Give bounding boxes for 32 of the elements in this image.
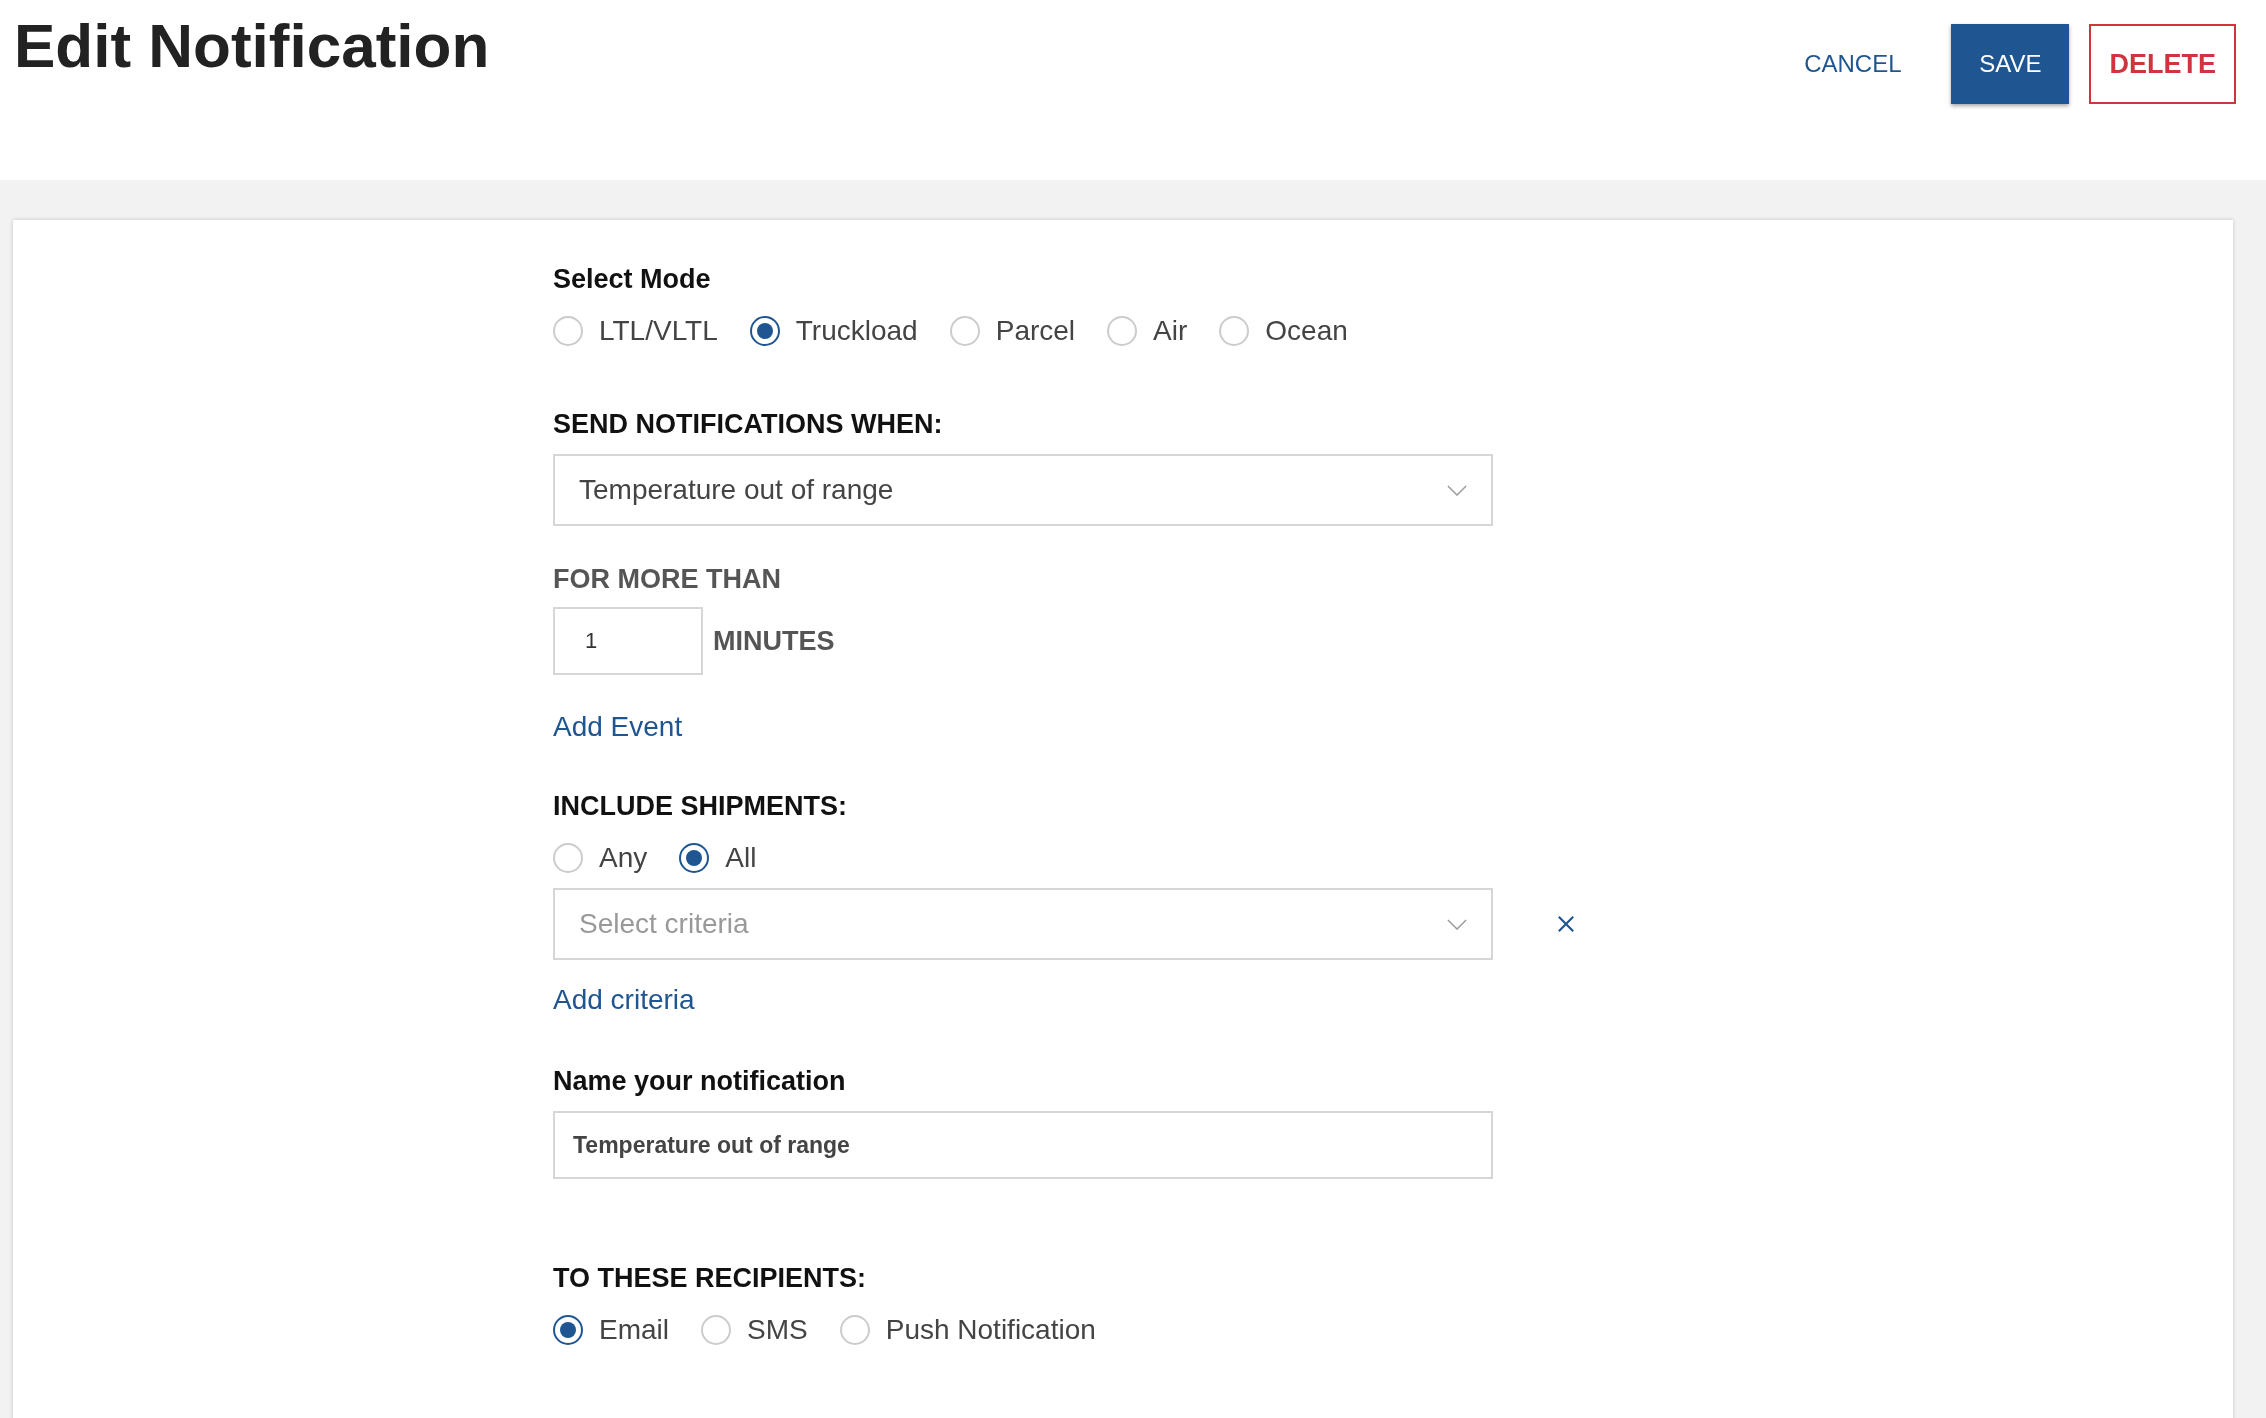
radio-label[interactable]: Air bbox=[1153, 315, 1188, 347]
radio-label[interactable]: Email bbox=[599, 1314, 669, 1346]
close-icon[interactable] bbox=[1557, 915, 1575, 933]
chevron-down-icon bbox=[1447, 484, 1467, 496]
radio-label[interactable]: All bbox=[725, 842, 757, 874]
radio-label[interactable]: LTL/VLTL bbox=[599, 315, 718, 347]
radio-label[interactable]: Parcel bbox=[995, 315, 1076, 347]
delete-button[interactable]: DELETE bbox=[2089, 24, 2236, 104]
event-dropdown[interactable]: Temperature out of range bbox=[553, 454, 1493, 526]
field-label: TO THESE RECIPIENTS: bbox=[553, 1263, 867, 1294]
name-field[interactable]: Temperature out of range bbox=[553, 1111, 1493, 1179]
radio-label[interactable]: SMS bbox=[747, 1314, 808, 1346]
radio-button[interactable] bbox=[679, 843, 710, 873]
radio-button[interactable] bbox=[553, 1315, 583, 1345]
field-label: Name your notification bbox=[553, 1066, 846, 1097]
field-label: Select Mode bbox=[553, 264, 711, 295]
add-event-link[interactable]: Add Event bbox=[553, 711, 683, 743]
save-button[interactable]: SAVE bbox=[1951, 24, 2070, 104]
radio-label[interactable]: Push Notification bbox=[885, 1314, 1096, 1346]
minutes-field[interactable]: 1 bbox=[553, 607, 703, 675]
radio-label[interactable]: Truckload bbox=[795, 315, 918, 347]
radio-button[interactable] bbox=[749, 316, 780, 346]
radio-label[interactable]: Any bbox=[599, 842, 648, 874]
cancel-button[interactable]: CANCEL bbox=[1774, 24, 1932, 104]
field-label: INCLUDE SHIPMENTS: bbox=[553, 791, 847, 822]
field-label: SEND NOTIFICATIONS WHEN: bbox=[553, 409, 943, 440]
chevron-down-icon bbox=[1447, 918, 1467, 930]
unit-label: MINUTES bbox=[713, 625, 835, 657]
field-label: FOR MORE THAN bbox=[553, 564, 781, 595]
page-title: Edit Notification bbox=[14, 10, 490, 81]
add-criteria-link[interactable]: Add criteria bbox=[553, 984, 695, 1016]
radio-label[interactable]: Ocean bbox=[1265, 315, 1348, 347]
